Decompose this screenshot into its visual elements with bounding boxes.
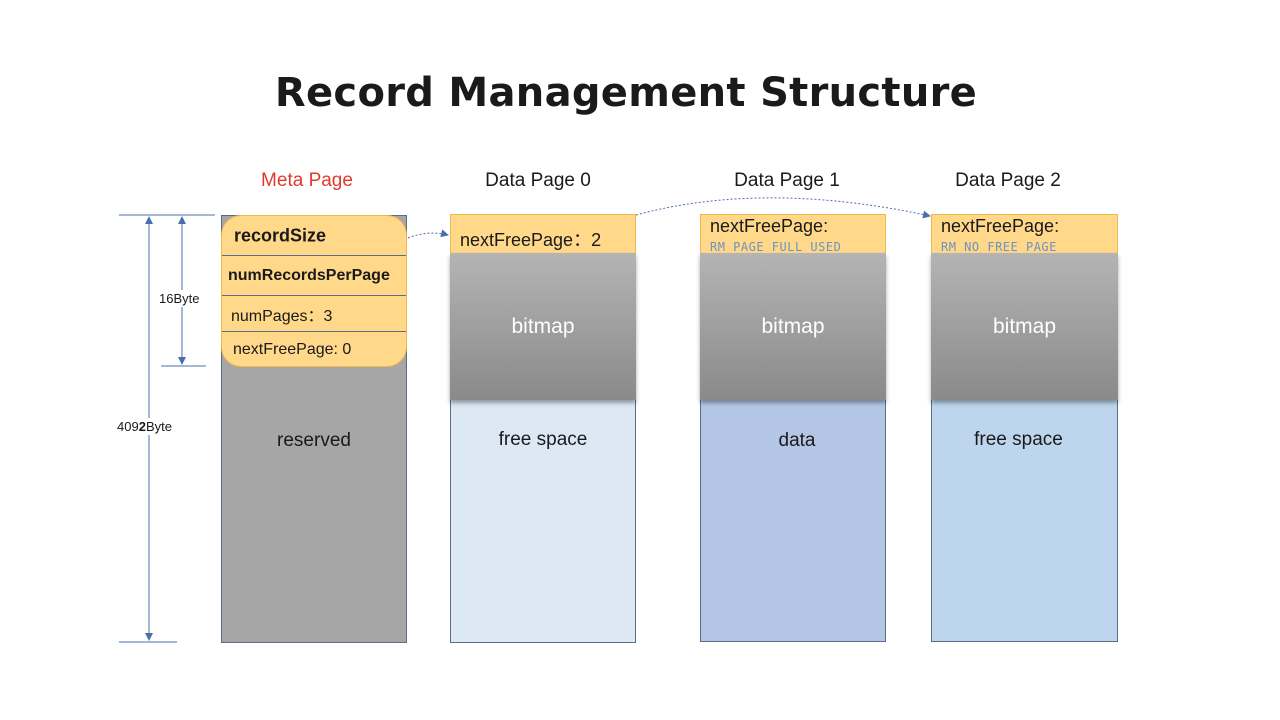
page-size-label: 4092Byte bbox=[115, 418, 174, 435]
meta-to-data-page-0-arrow bbox=[407, 229, 449, 239]
data-page-0-to-data-page-2-arrow bbox=[635, 197, 931, 219]
header-size-label: 16Byte bbox=[157, 290, 202, 307]
dimension-and-link-arrows bbox=[119, 197, 931, 643]
